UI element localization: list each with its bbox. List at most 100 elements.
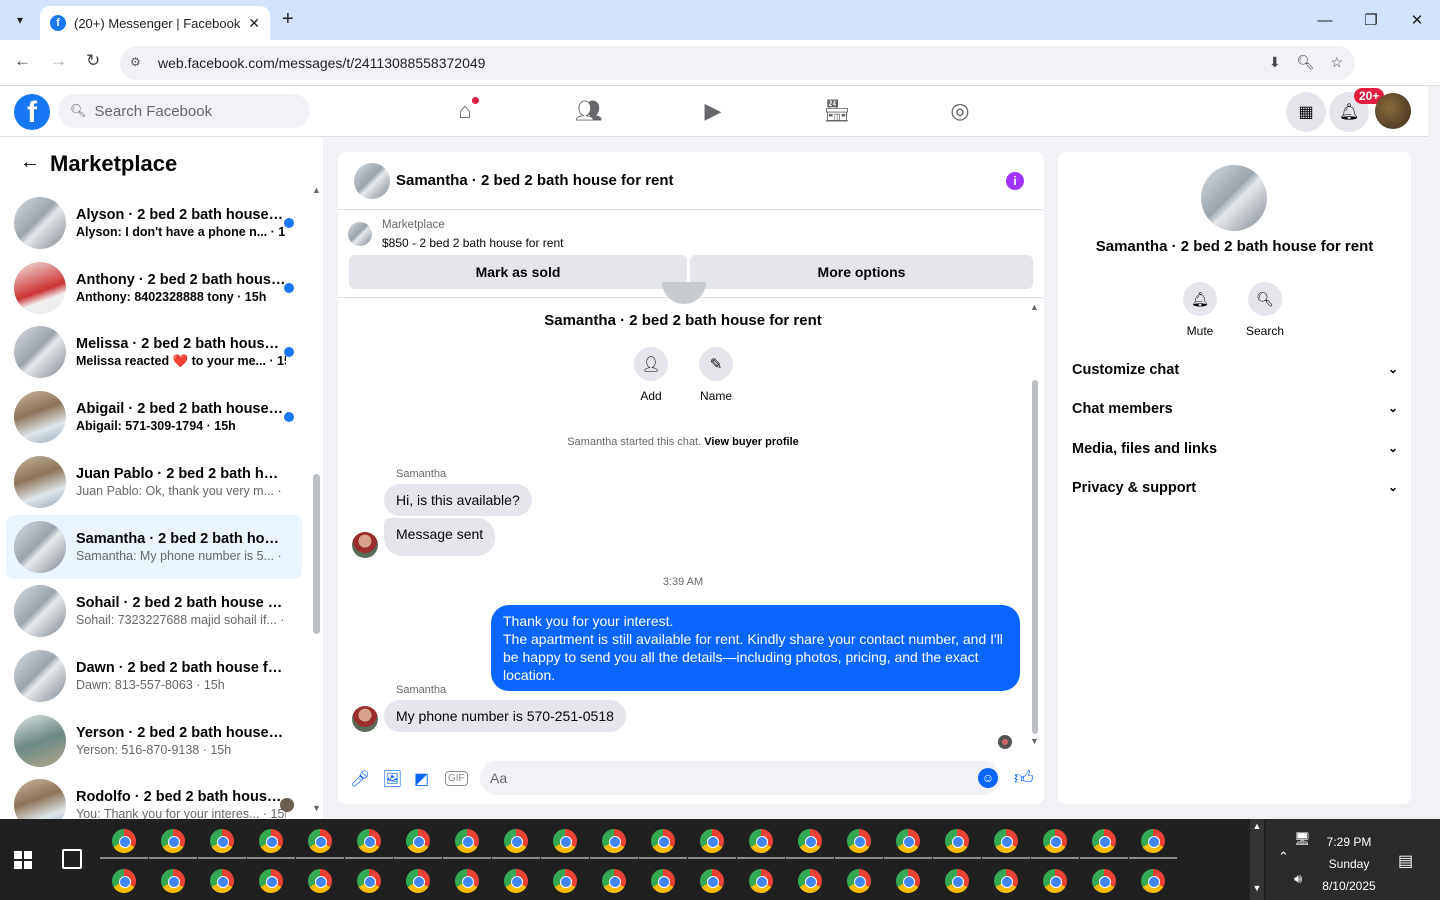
chrome-taskbar-icon[interactable] (602, 869, 626, 893)
chrome-taskbar-icon[interactable] (553, 829, 577, 853)
chrome-taskbar-icon[interactable] (553, 869, 577, 893)
sidebar-scrollbar[interactable] (313, 474, 320, 634)
chrome-taskbar-icon[interactable] (112, 829, 136, 853)
chrome-taskbar-icon[interactable] (1092, 829, 1116, 853)
more-options-button[interactable]: More options (690, 255, 1033, 289)
tab-close-icon[interactable]: ✕ (248, 15, 260, 32)
close-window-button[interactable]: ✕ (1394, 0, 1440, 40)
scroll-up-icon[interactable]: ▲ (1030, 302, 1039, 312)
chrome-taskbar-icon[interactable] (749, 869, 773, 893)
search-action[interactable]: 🔍︎ Search (1233, 282, 1297, 338)
scroll-down-icon[interactable]: ▼ (1250, 883, 1264, 893)
menu-grid-icon[interactable]: ▦ (1286, 92, 1326, 132)
chrome-taskbar-icon[interactable] (994, 869, 1018, 893)
notifications-center-icon[interactable]: ▤ (1398, 851, 1413, 871)
chrome-taskbar-icon[interactable] (161, 829, 185, 853)
photo-icon[interactable]: 🖼︎ (382, 769, 402, 789)
tab-search-icon[interactable]: ▾ (8, 8, 32, 32)
conversation-scrollbar[interactable] (1032, 380, 1038, 734)
back-arrow-icon[interactable]: ← (20, 151, 40, 174)
name-chat-action[interactable]: ✎ Name (686, 347, 746, 403)
chat-list-item[interactable]: Anthony · 2 bed 2 bath house ... Anthony:… (6, 256, 302, 320)
chat-list-item[interactable]: Alyson · 2 bed 2 bath house fo... Alyson:… (6, 191, 302, 255)
chat-list-item[interactable]: Samantha · 2 bed 2 bath house ... Samanth… (6, 514, 302, 579)
message-input[interactable]: Aa (480, 761, 1000, 795)
conversation-header[interactable]: Samantha · 2 bed 2 bath house for rent (338, 152, 1044, 210)
chrome-taskbar-icon[interactable] (602, 829, 626, 853)
chrome-taskbar-icon[interactable] (896, 829, 920, 853)
windows-start-icon[interactable] (14, 851, 32, 869)
chat-list-item[interactable]: Sohail · 2 bed 2 bath house for r... Soha… (6, 579, 302, 643)
chat-list-item[interactable]: Melissa · 2 bed 2 bath house f... Melissa… (6, 320, 302, 384)
chrome-taskbar-icon[interactable] (994, 829, 1018, 853)
listing-summary[interactable]: $850 - 2 bed 2 bath house for rent (382, 236, 563, 250)
chat-list-item[interactable]: Abigail · 2 bed 2 bath house f... Abigail… (6, 385, 302, 449)
chrome-taskbar-icon[interactable] (798, 869, 822, 893)
chrome-taskbar-icon[interactable] (504, 869, 528, 893)
network-icon[interactable]: 🖥︎ (1294, 831, 1311, 847)
chrome-taskbar-icon[interactable] (847, 829, 871, 853)
chrome-taskbar-icon[interactable] (357, 869, 381, 893)
message-bubble[interactable]: Message sent (384, 518, 496, 556)
chrome-taskbar-icon[interactable] (259, 829, 283, 853)
chrome-taskbar-icon[interactable] (651, 869, 675, 893)
chrome-taskbar-icon[interactable] (1043, 869, 1067, 893)
chat-list-item[interactable]: Dawn · 2 bed 2 bath house for r... Dawn: … (6, 644, 302, 708)
customize-chat-section[interactable]: Customize chat ⌄ (1072, 362, 1398, 378)
conversation-info-icon[interactable]: i (1006, 172, 1024, 190)
chrome-taskbar-icon[interactable] (210, 829, 234, 853)
sender-avatar[interactable] (352, 532, 378, 558)
chrome-taskbar-icon[interactable] (651, 829, 675, 853)
view-buyer-profile-link[interactable]: View buyer profile (704, 436, 799, 448)
sticker-icon[interactable]: ◩ (414, 769, 429, 789)
scroll-up-icon[interactable]: ▲ (1250, 821, 1264, 831)
thumbs-up-icon[interactable]: 👍︎ (1014, 767, 1034, 790)
chrome-taskbar-icon[interactable] (210, 869, 234, 893)
chrome-taskbar-icon[interactable] (161, 869, 185, 893)
details-avatar[interactable] (1201, 165, 1267, 231)
scroll-down-icon[interactable]: ▼ (1030, 736, 1039, 746)
install-app-icon[interactable]: ⬇ (1269, 54, 1281, 71)
page-scrollbar[interactable] (1428, 86, 1440, 819)
bookmark-star-icon[interactable]: ☆ (1330, 54, 1343, 71)
video-icon[interactable]: ▶ (699, 98, 727, 126)
chrome-taskbar-icon[interactable] (1141, 829, 1165, 853)
message-bubble[interactable]: My phone number is 570-251-0518 (384, 700, 626, 732)
new-tab-button[interactable]: + (282, 8, 294, 31)
back-icon[interactable]: ← (14, 51, 31, 71)
chrome-taskbar-icon[interactable] (847, 869, 871, 893)
marketplace-icon[interactable]: 🏪︎ (823, 98, 851, 126)
chrome-taskbar-icon[interactable] (1141, 869, 1165, 893)
chrome-taskbar-icon[interactable] (455, 869, 479, 893)
chrome-taskbar-icon[interactable] (896, 869, 920, 893)
outgoing-message-bubble[interactable]: Thank you for your interest. The apartme… (491, 605, 1020, 691)
chrome-taskbar-icon[interactable] (1043, 829, 1067, 853)
show-hidden-icons-icon[interactable]: ⌃ (1278, 849, 1289, 865)
chrome-taskbar-icon[interactable] (945, 829, 969, 853)
chrome-taskbar-icon[interactable] (504, 829, 528, 853)
scroll-up-icon[interactable]: ▲ (312, 185, 321, 195)
chrome-taskbar-icon[interactable] (798, 829, 822, 853)
chat-list-item[interactable]: Juan Pablo · 2 bed 2 bath house...Juan P… (6, 450, 302, 514)
task-view-icon[interactable] (62, 849, 82, 869)
reload-icon[interactable]: ↻ (86, 51, 100, 71)
chrome-taskbar-icon[interactable] (406, 869, 430, 893)
forward-icon[interactable]: → (50, 51, 67, 71)
privacy-support-section[interactable]: Privacy & support ⌄ (1072, 480, 1398, 496)
listing-thumbnail[interactable] (348, 222, 372, 246)
conversation-title[interactable]: Samantha · 2 bed 2 bath house for rent (396, 172, 674, 189)
maximize-button[interactable]: ❐ (1348, 0, 1394, 40)
chat-list-item[interactable]: Rodolfo · 2 bed 2 bath house ... You: Tha… (6, 773, 302, 819)
chrome-taskbar-icon[interactable] (112, 869, 136, 893)
chrome-taskbar-icon[interactable] (700, 869, 724, 893)
message-bubble[interactable]: Hi, is this available? (384, 484, 532, 516)
gif-icon[interactable]: GIF (445, 771, 468, 786)
zoom-icon[interactable]: 🔍︎ (1297, 54, 1315, 71)
groups-icon[interactable]: ◎ (946, 98, 974, 126)
facebook-search-input[interactable]: 🔍︎ Search Facebook (58, 94, 310, 128)
address-bar[interactable]: ⚙ web.facebook.com/messages/t/2411308855… (120, 46, 1355, 80)
friends-icon[interactable]: 👥︎ (575, 98, 603, 126)
mark-as-sold-button[interactable]: Mark as sold (349, 255, 687, 289)
taskbar-scroll[interactable]: ▲ ▼ (1250, 819, 1264, 900)
minimize-button[interactable]: — (1302, 0, 1348, 40)
